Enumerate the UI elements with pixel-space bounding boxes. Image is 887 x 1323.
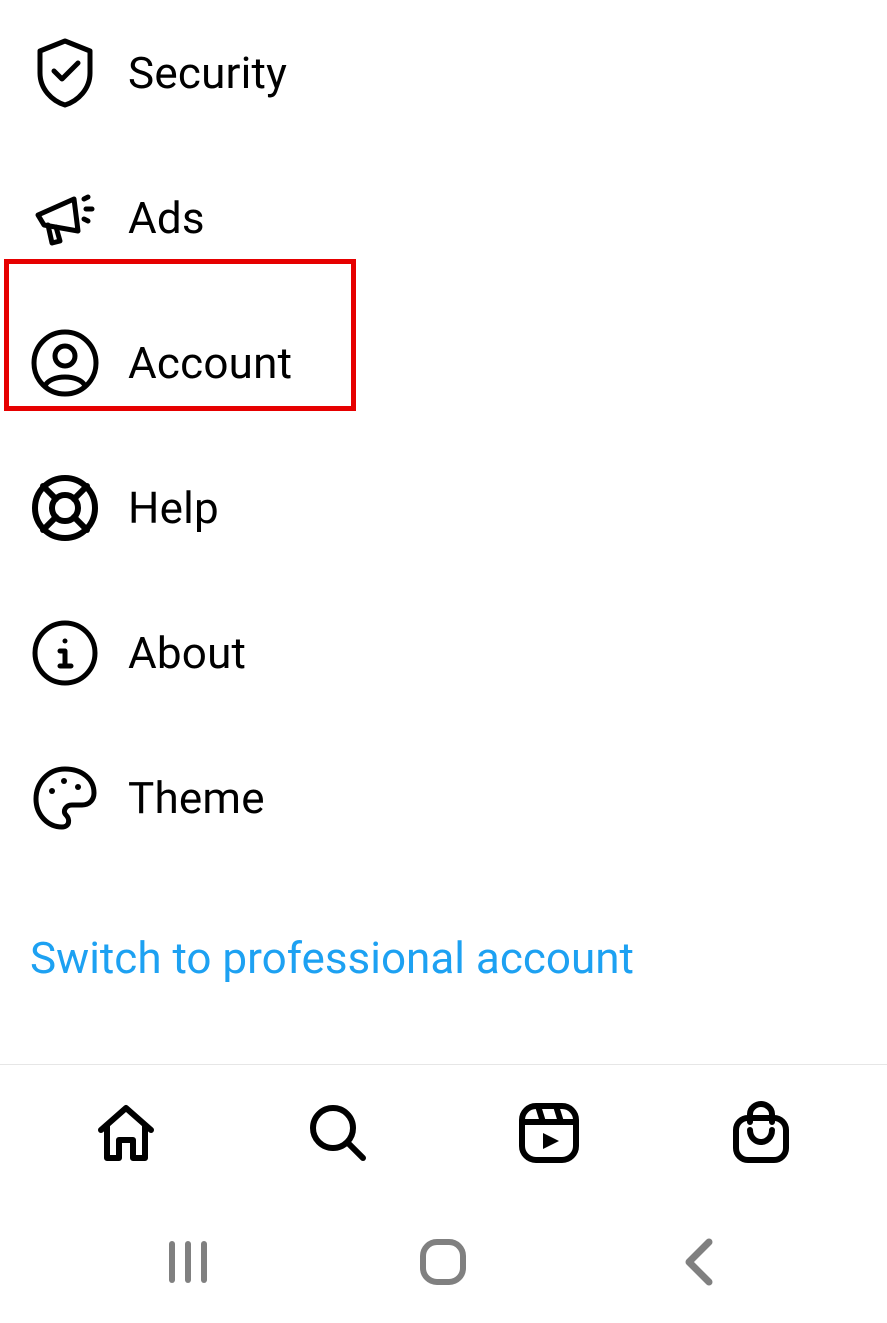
- sys-home-button[interactable]: [383, 1202, 503, 1322]
- setting-label: Security: [128, 47, 287, 99]
- setting-item-security[interactable]: Security: [0, 0, 887, 145]
- settings-list: Security Ads: [0, 0, 887, 984]
- shield-check-icon: [30, 38, 100, 108]
- setting-item-theme[interactable]: Theme: [0, 725, 887, 870]
- setting-label: Help: [128, 482, 219, 534]
- shopping-bag-icon: [726, 1098, 796, 1168]
- recents-icon: [160, 1234, 216, 1290]
- setting-item-help[interactable]: Help: [0, 435, 887, 580]
- setting-label: Account: [128, 337, 292, 389]
- nav-reels-button[interactable]: [489, 1073, 609, 1193]
- reels-icon: [516, 1100, 582, 1166]
- nav-home-button[interactable]: [66, 1073, 186, 1193]
- search-icon: [303, 1098, 373, 1168]
- palette-icon: [30, 763, 100, 833]
- system-nav-bar: [0, 1201, 887, 1323]
- app-bottom-nav: [0, 1064, 887, 1201]
- user-circle-icon: [30, 328, 100, 398]
- setting-label: Theme: [128, 772, 265, 824]
- setting-label: About: [128, 627, 246, 679]
- home-icon: [91, 1098, 161, 1168]
- switch-professional-link[interactable]: Switch to professional account: [30, 932, 634, 984]
- lifebuoy-icon: [30, 473, 100, 543]
- info-icon: [30, 618, 100, 688]
- setting-item-ads[interactable]: Ads: [0, 145, 887, 290]
- nav-search-button[interactable]: [278, 1073, 398, 1193]
- setting-item-account[interactable]: Account: [0, 290, 887, 435]
- sys-home-icon: [417, 1236, 469, 1288]
- sys-recents-button[interactable]: [128, 1202, 248, 1322]
- setting-label: Ads: [128, 192, 205, 244]
- nav-shop-button[interactable]: [701, 1073, 821, 1193]
- chevron-left-icon: [677, 1234, 721, 1290]
- megaphone-icon: [30, 183, 100, 253]
- sys-back-button[interactable]: [639, 1202, 759, 1322]
- switch-professional-row: Switch to professional account: [0, 870, 887, 984]
- setting-item-about[interactable]: About: [0, 580, 887, 725]
- settings-screen: Security Ads: [0, 0, 887, 1323]
